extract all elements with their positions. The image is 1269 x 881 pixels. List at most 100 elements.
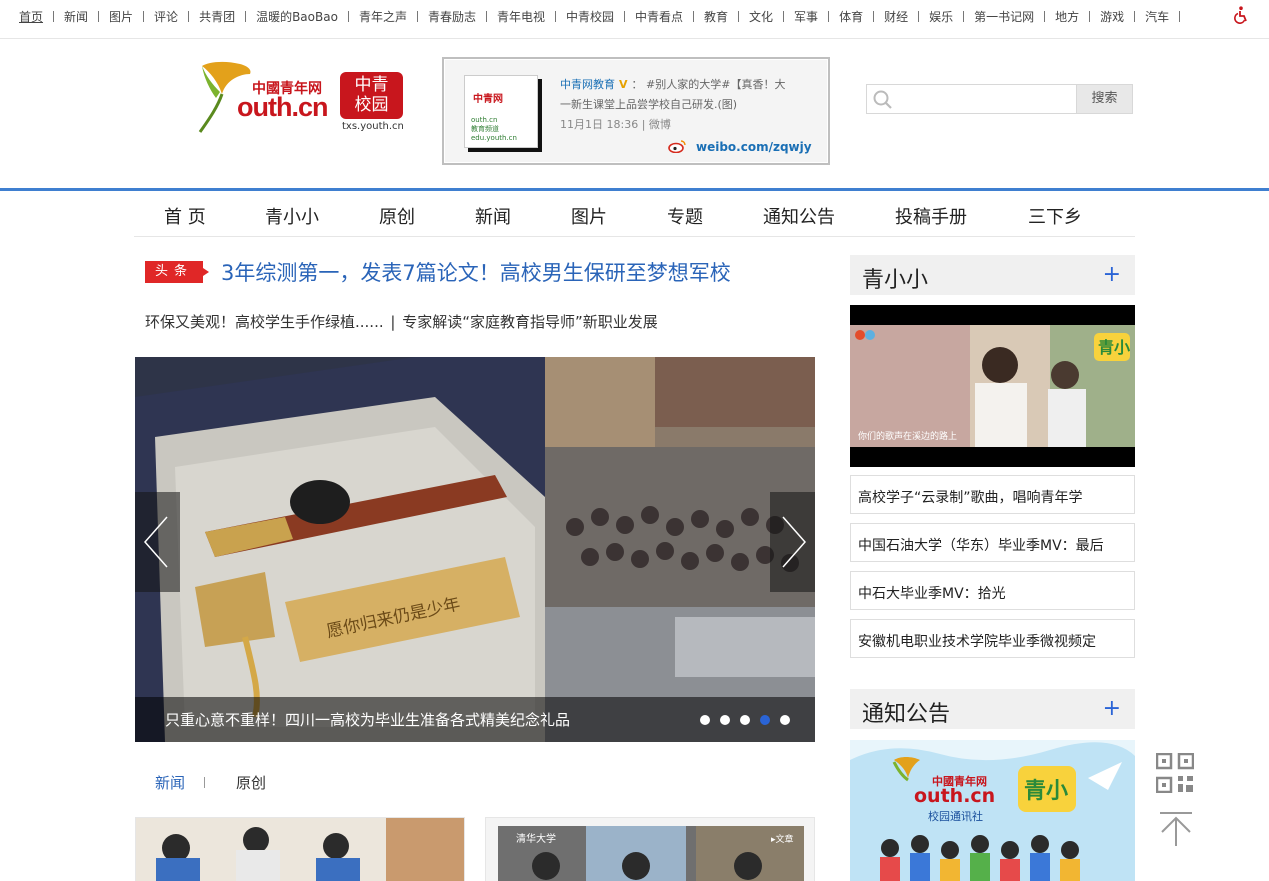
banner-en: outh.cn	[914, 785, 995, 807]
slider-dot[interactable]	[740, 715, 750, 725]
top-nav-item: 共青团	[199, 8, 256, 25]
top-nav-item: 财经	[884, 8, 929, 25]
top-nav-item: 教育	[704, 8, 749, 25]
top-nav-separator	[554, 11, 556, 22]
slider-dot[interactable]	[700, 715, 710, 725]
featured-video[interactable]: 青小 你们的歌声在溪边的路上	[850, 305, 1135, 467]
top-nav-link[interactable]: 共青团	[199, 8, 235, 25]
top-nav-separator	[918, 11, 920, 22]
verified-icon: V	[619, 78, 628, 91]
video-thumbnail: 青小 你们的歌声在溪边的路上	[850, 305, 1135, 467]
weibo-link[interactable]: weibo.com/zqwjy	[696, 140, 812, 154]
top-nav-link[interactable]: 温暖的BaoBao	[256, 8, 338, 25]
top-nav-separator	[693, 11, 695, 22]
news-card[interactable]	[135, 817, 465, 881]
chevron-left-icon	[144, 516, 168, 568]
more-plus-icon[interactable]: +	[1103, 696, 1121, 721]
sub-headlines: 环保又美观！高校学生手作绿植...... | 专家解读“家庭教育指导师”新职业发…	[145, 311, 658, 332]
nav-sanxiaxiang[interactable]: 三下乡	[1028, 203, 1082, 229]
video-list-item[interactable]: 安徽机电职业技术学院毕业季微视频定	[850, 619, 1135, 658]
slider-dot[interactable]	[780, 715, 790, 725]
top-nav-separator	[1089, 11, 1091, 22]
slide-image: 愿你归来仍是少年	[135, 357, 815, 742]
top-nav-link[interactable]: 中青看点	[635, 8, 683, 25]
top-nav-link[interactable]: 中青校园	[566, 8, 614, 25]
sub-headline-left[interactable]: 环保又美观！高校学生手作绿植......	[145, 313, 384, 331]
nav-qingxiaoxiao[interactable]: 青小小	[265, 203, 319, 229]
original-card[interactable]: 清华大学 ▸文章	[485, 817, 815, 881]
tab-news[interactable]: 新闻	[155, 772, 185, 793]
video-subtitle: 你们的歌声在溪边的路上	[858, 430, 957, 442]
card-school-label: 清华大学	[516, 832, 556, 845]
site-logo[interactable]: 中國青年网 outh.cn 中青 校园 txs.youth.cn	[196, 58, 408, 138]
weibo-post-text[interactable]: 中青网教育 V： #别人家的大学#【真香！大一新生课堂上品尝学校自己研发.(图)	[560, 75, 796, 115]
top-nav-link[interactable]: 文化	[749, 8, 773, 25]
top-nav-link[interactable]: 评论	[154, 8, 178, 25]
top-nav-link[interactable]: 地方	[1055, 8, 1079, 25]
top-nav-item: 新闻	[64, 8, 109, 25]
qr-code-icon[interactable]	[1156, 753, 1194, 793]
search-button[interactable]: 搜索	[1076, 85, 1132, 113]
video-list-item[interactable]: 高校学子“云录制”歌曲，唱响青年学	[850, 475, 1135, 514]
sub-headline-right[interactable]: 专家解读“家庭教育指导师”新职业发展	[402, 313, 658, 331]
top-nav-separator	[1134, 11, 1136, 22]
top-nav-item: 军事	[794, 8, 839, 25]
top-nav-item: 中青校园	[566, 8, 635, 25]
top-nav-link[interactable]: 教育	[704, 8, 728, 25]
top-nav-item: 中青看点	[635, 8, 704, 25]
slider-dot[interactable]	[760, 715, 770, 725]
top-nav-link[interactable]: 娱乐	[929, 8, 953, 25]
top-nav-separator	[1179, 11, 1181, 22]
top-nav-separator	[416, 11, 418, 22]
nav-topics[interactable]: 专题	[667, 203, 703, 229]
slider-next-button[interactable]	[770, 492, 815, 592]
search-input[interactable]	[897, 87, 1073, 111]
nav-home[interactable]: 首 页	[164, 203, 206, 229]
nav-notices[interactable]: 通知公告	[763, 203, 835, 229]
nav-original[interactable]: 原创	[379, 203, 415, 229]
section-title[interactable]: 青小小	[862, 262, 928, 294]
weibo-meta: 11月1日 18:36 | 微博	[560, 118, 671, 131]
top-nav-link[interactable]: 游戏	[1100, 8, 1124, 25]
accessibility-icon[interactable]	[1233, 6, 1249, 24]
headline-title[interactable]: 3年综测第一，发表7篇论文！高校男生保研至梦想军校	[221, 257, 731, 287]
top-nav-link[interactable]: 军事	[794, 8, 818, 25]
slider-dots	[690, 715, 790, 725]
logo-english-text: outh.cn	[237, 92, 328, 122]
video-list-item[interactable]: 中国石油大学（华东）毕业季MV：最后	[850, 523, 1135, 562]
photo-slider[interactable]: 愿你归来仍是少年 只重心意不重样！四川一高校为毕业生准备各式精美纪念礼品	[135, 357, 815, 742]
nav-photos[interactable]: 图片	[571, 203, 607, 229]
top-nav-link[interactable]: 青年电视	[497, 8, 545, 25]
notice-banner[interactable]: 中國青年网 outh.cn 校园通讯社 青小	[850, 740, 1135, 881]
weibo-colon: ：	[631, 78, 643, 91]
top-nav-separator	[624, 11, 625, 22]
weibo-avatar[interactable]: 中青网 outh.cn 教育频道 edu.youth.cn	[464, 75, 538, 148]
sub-headline-separator: |	[390, 313, 396, 331]
video-list-item[interactable]: 中石大毕业季MV：拾光	[850, 571, 1135, 610]
banner-sub: 校园通讯社	[928, 809, 983, 823]
slider-dot[interactable]	[720, 715, 730, 725]
tab-original[interactable]: 原创	[236, 772, 266, 793]
top-nav-link[interactable]: 首页	[19, 8, 43, 25]
nav-submission-guide[interactable]: 投稿手册	[895, 203, 967, 229]
top-nav-link[interactable]: 青年之声	[359, 8, 407, 25]
back-to-top-icon[interactable]	[1158, 810, 1194, 846]
top-nav-separator	[245, 11, 247, 22]
top-nav-link[interactable]: 青春励志	[428, 8, 476, 25]
top-nav-link[interactable]: 财经	[884, 8, 908, 25]
weibo-account-name[interactable]: 中青网教育	[560, 78, 615, 91]
slider-caption[interactable]: 只重心意不重样！四川一高校为毕业生准备各式精美纪念礼品	[165, 709, 570, 730]
section-title[interactable]: 通知公告	[862, 696, 950, 728]
more-plus-icon[interactable]: +	[1103, 262, 1121, 287]
top-nav-link[interactable]: 图片	[109, 8, 133, 25]
top-nav-link[interactable]: 新闻	[64, 8, 88, 25]
campus-badge: 中青 校园	[340, 72, 403, 119]
top-nav-link[interactable]: 汽车	[1145, 8, 1169, 25]
section-header-qingxiaoxiao: 青小小 +	[850, 255, 1135, 295]
top-nav-item: 温暖的BaoBao	[256, 8, 359, 25]
top-nav-link[interactable]: 第一书记网	[974, 8, 1034, 25]
slider-prev-button[interactable]	[135, 492, 180, 592]
top-nav-link[interactable]: 体育	[839, 8, 863, 25]
nav-news[interactable]: 新闻	[475, 203, 511, 229]
top-nav-item: 青年电视	[497, 8, 566, 25]
